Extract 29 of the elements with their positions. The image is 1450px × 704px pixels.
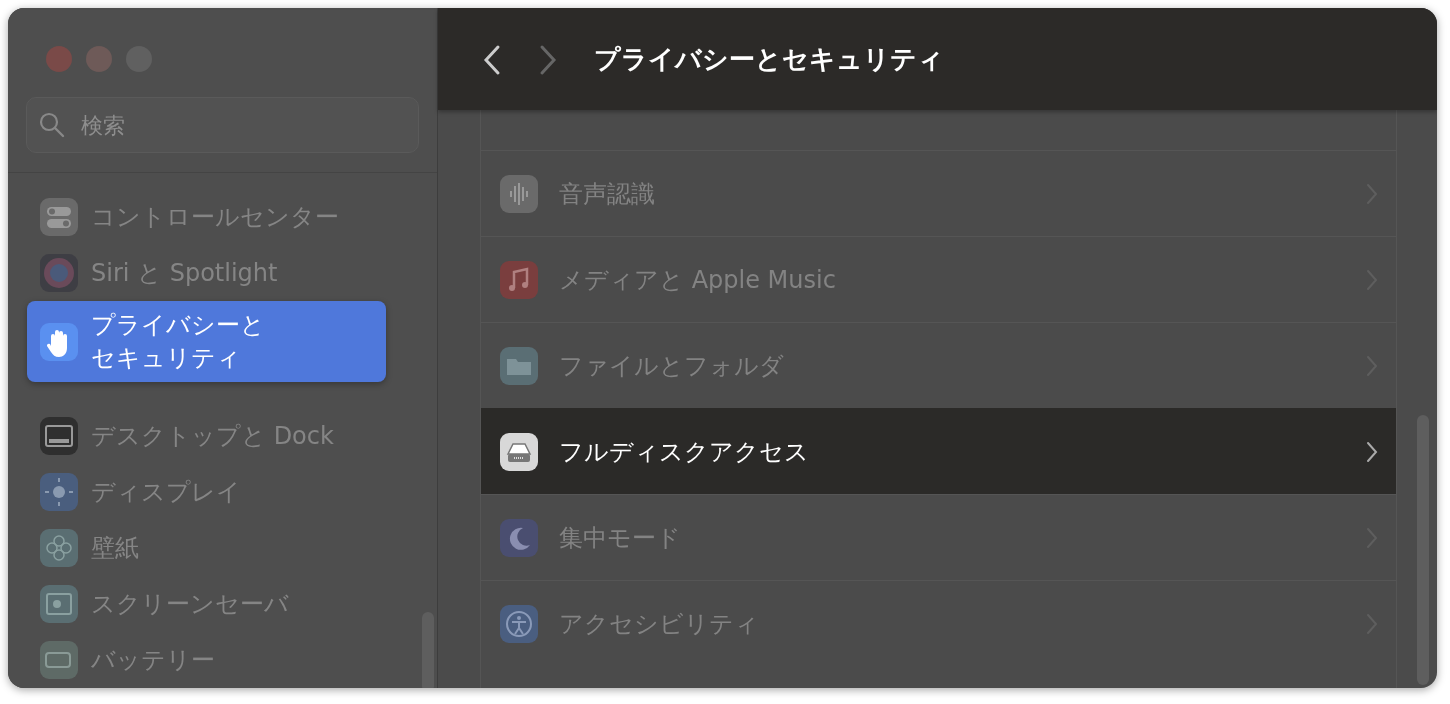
settings-row[interactable]: メディアと Apple Music (481, 236, 1396, 322)
chevron-right-icon (538, 44, 558, 76)
chevron-left-icon (482, 44, 502, 76)
toggles-icon (39, 197, 79, 237)
close-button[interactable] (46, 46, 72, 72)
settings-row[interactable]: 集中モード (481, 494, 1396, 580)
window-title: プライバシーとセキュリティ (594, 42, 944, 76)
chevron-right-icon (1366, 440, 1378, 463)
drive-icon (499, 431, 539, 472)
music-note-icon (499, 259, 539, 300)
settings-row[interactable]: アクセシビリティ (481, 580, 1396, 666)
orb-icon (39, 253, 79, 293)
sidebar-item[interactable]: プライバシーとセキュリティ (27, 301, 386, 382)
screen-icon (39, 584, 79, 624)
moon-icon (499, 517, 539, 558)
flower-icon (39, 528, 79, 568)
waveform-icon (499, 173, 539, 214)
battery-icon (39, 640, 79, 680)
accessibility-icon (499, 603, 539, 644)
settings-row[interactable]: 音声認識 (481, 150, 1396, 236)
hand-icon (39, 321, 79, 362)
minimize-button[interactable] (86, 46, 112, 72)
scrollbar[interactable] (422, 612, 434, 688)
scrollbar[interactable] (1417, 415, 1429, 685)
folder-icon (499, 345, 539, 386)
monitor-icon (39, 416, 79, 456)
settings-row[interactable]: フルディスクアクセス (481, 408, 1396, 494)
sun-icon (39, 472, 79, 512)
search-field[interactable]: 検索 (26, 97, 419, 153)
